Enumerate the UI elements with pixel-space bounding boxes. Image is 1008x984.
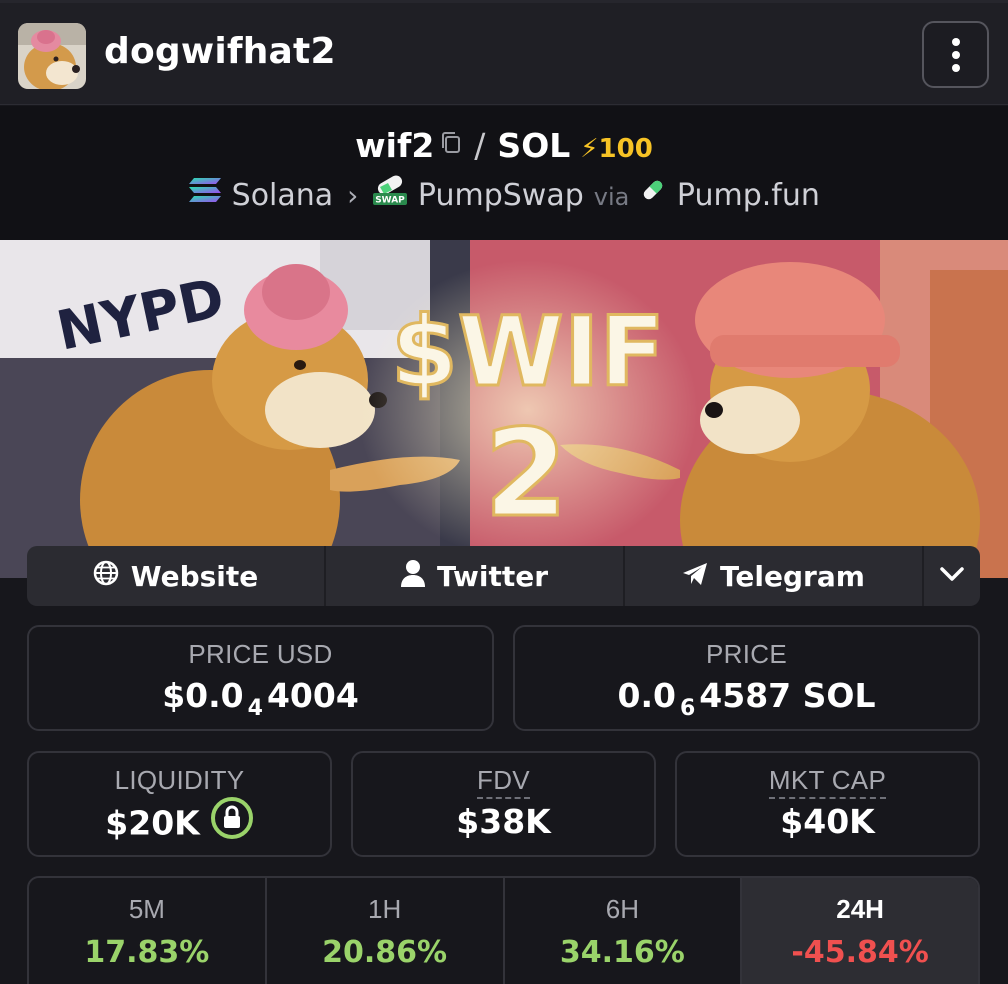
launchpad-name[interactable]: Pump.fun [677, 178, 820, 213]
svg-text:SWAP: SWAP [376, 195, 406, 205]
via-label: via [593, 183, 630, 211]
change-5m-label: 5M [128, 894, 165, 924]
change-5m-value: 17.83% [84, 935, 210, 970]
more-vertical-icon-dot [951, 63, 960, 72]
fdv-label-wrap: FDV [353, 765, 654, 799]
change-tab-6h[interactable]: 6H 34.16% [505, 878, 743, 984]
price-native-card: PRICE 0.0 6 4587 SOL [513, 625, 980, 731]
boost-badge[interactable]: ⚡100 [580, 134, 653, 164]
fdv-value: $38K [456, 802, 551, 841]
change-1h-label: 1H [368, 894, 402, 924]
liquidity-label: LIQUIDITY [114, 765, 245, 795]
price-native-digits: 4587 [699, 676, 792, 715]
pair-separator: / [474, 126, 486, 165]
solana-icon [188, 176, 222, 212]
price-usd-digits: 4004 [266, 676, 359, 715]
base-symbol: wif2 [355, 126, 435, 165]
mkt-cap-value: $40K [780, 802, 875, 841]
website-link[interactable]: Website [27, 546, 326, 606]
mkt-cap-label: MKT CAP [768, 765, 887, 799]
token-name: dogwifhat2 [104, 31, 336, 72]
pumpswap-icon: SWAP [372, 173, 408, 215]
liquidity-value: $20K [105, 803, 200, 843]
change-tab-24h[interactable]: 24H -45.84% [742, 878, 978, 984]
change-24h-label: 24H [836, 894, 884, 924]
change-1h-value: 20.86% [322, 935, 448, 970]
change-6h-value: 34.16% [559, 935, 685, 970]
change-tab-5m[interactable]: 5M 17.83% [29, 878, 267, 984]
liquidity-card: LIQUIDITY $20K [27, 751, 332, 857]
boost-count: 100 [598, 134, 653, 164]
quote-symbol: SOL [497, 126, 571, 165]
pair-info: wif2 / SOL ⚡100 Solana › SWAP PumpSwap via Pum… [0, 106, 1008, 240]
dex-name[interactable]: PumpSwap [418, 178, 584, 213]
price-usd-card: PRICE USD $0.0 4 4004 [27, 625, 494, 731]
price-native-unit: SOL [802, 676, 876, 715]
price-native-label: PRICE [706, 639, 787, 669]
price-usd-label: PRICE USD [188, 639, 333, 669]
chain-line: Solana › SWAP PumpSwap via Pump.fun [0, 175, 1008, 215]
chevron-right-icon: › [347, 179, 359, 212]
token-header: dogwifhat2 [0, 0, 1008, 105]
twitter-link[interactable]: Twitter [326, 546, 625, 606]
copy-icon[interactable] [440, 124, 462, 163]
token-avatar [18, 23, 86, 89]
user-icon [400, 559, 425, 594]
chevron-down-icon [940, 566, 964, 587]
lightning-icon: ⚡ [580, 134, 599, 164]
price-change-tabs: 5M 17.83% 1H 20.86% 6H 34.16% 24H -45.84… [27, 876, 980, 984]
fdv-label: FDV [477, 765, 530, 799]
price-native-value: 0.0 6 4587 SOL [515, 676, 978, 721]
fdv-card[interactable]: FDV $38K [351, 751, 656, 857]
price-native-zero-count: 6 [679, 696, 696, 721]
change-tab-1h[interactable]: 1H 20.86% [267, 878, 505, 984]
more-links-button[interactable] [924, 546, 980, 606]
social-links-bar: Website Twitter Telegram [27, 546, 980, 606]
more-vertical-icon-dot [951, 50, 960, 59]
banner-title: $WIF [391, 296, 665, 408]
price-usd-prefix: $0.0 [162, 676, 244, 715]
website-link-label: Website [130, 559, 259, 593]
price-native-prefix: 0.0 [617, 676, 676, 715]
telegram-link-label: Telegram [720, 559, 865, 593]
mkt-cap-label-wrap: MKT CAP [677, 765, 978, 799]
pair-line: wif2 / SOL ⚡100 [0, 126, 1008, 165]
more-vertical-icon [951, 37, 960, 46]
mkt-cap-card[interactable]: MKT CAP $40K [675, 751, 980, 857]
globe-icon [93, 560, 119, 593]
change-6h-label: 6H [605, 894, 639, 924]
chain-name[interactable]: Solana [232, 178, 334, 213]
pumpfun-icon [639, 176, 667, 212]
telegram-icon [682, 560, 708, 593]
price-usd-zero-count: 4 [247, 696, 263, 721]
banner-number: 2 [484, 405, 568, 544]
telegram-link[interactable]: Telegram [625, 546, 924, 606]
token-banner-image: NYPD $WIF 2 [0, 240, 1008, 578]
liquidity-value-row: $20K [29, 797, 330, 848]
lock-icon[interactable] [210, 796, 254, 848]
twitter-link-label: Twitter [436, 559, 549, 593]
price-usd-value: $0.0 4 4004 [29, 676, 492, 721]
more-options-button[interactable] [922, 21, 989, 88]
change-24h-value: -45.84% [791, 935, 929, 970]
